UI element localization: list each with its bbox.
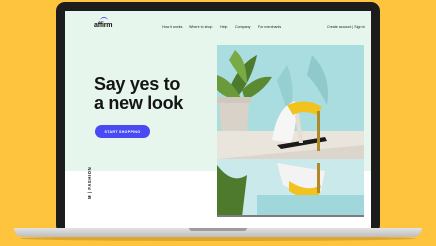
hero-title-line-1: Say yes to	[94, 74, 181, 94]
nav-where-to-shop[interactable]: Where to shop	[189, 25, 212, 29]
hero-title: Say yes to a new look	[94, 75, 214, 113]
section-vertical-label: M | FASHION	[87, 166, 92, 199]
nav-account-links[interactable]: Create account | Sign in	[327, 25, 365, 29]
laptop-notch	[189, 228, 247, 231]
shoe-scene-illustration	[217, 45, 364, 217]
nav-help[interactable]: Help	[220, 25, 227, 29]
hero-title-line-2: a new look	[94, 93, 184, 113]
start-shopping-button[interactable]: START SHOPPING	[95, 125, 150, 138]
nav-how-it-works[interactable]: How it works	[162, 25, 182, 29]
nav-for-merchants[interactable]: For merchants	[258, 25, 281, 29]
top-navigation: affirm How it works Where to shop Help C…	[65, 11, 371, 37]
affirm-logo[interactable]: affirm	[94, 22, 112, 29]
nav-company[interactable]: Company	[235, 25, 250, 29]
hero-image	[217, 45, 364, 217]
website-screen: affirm How it works Where to shop Help C…	[65, 11, 371, 229]
